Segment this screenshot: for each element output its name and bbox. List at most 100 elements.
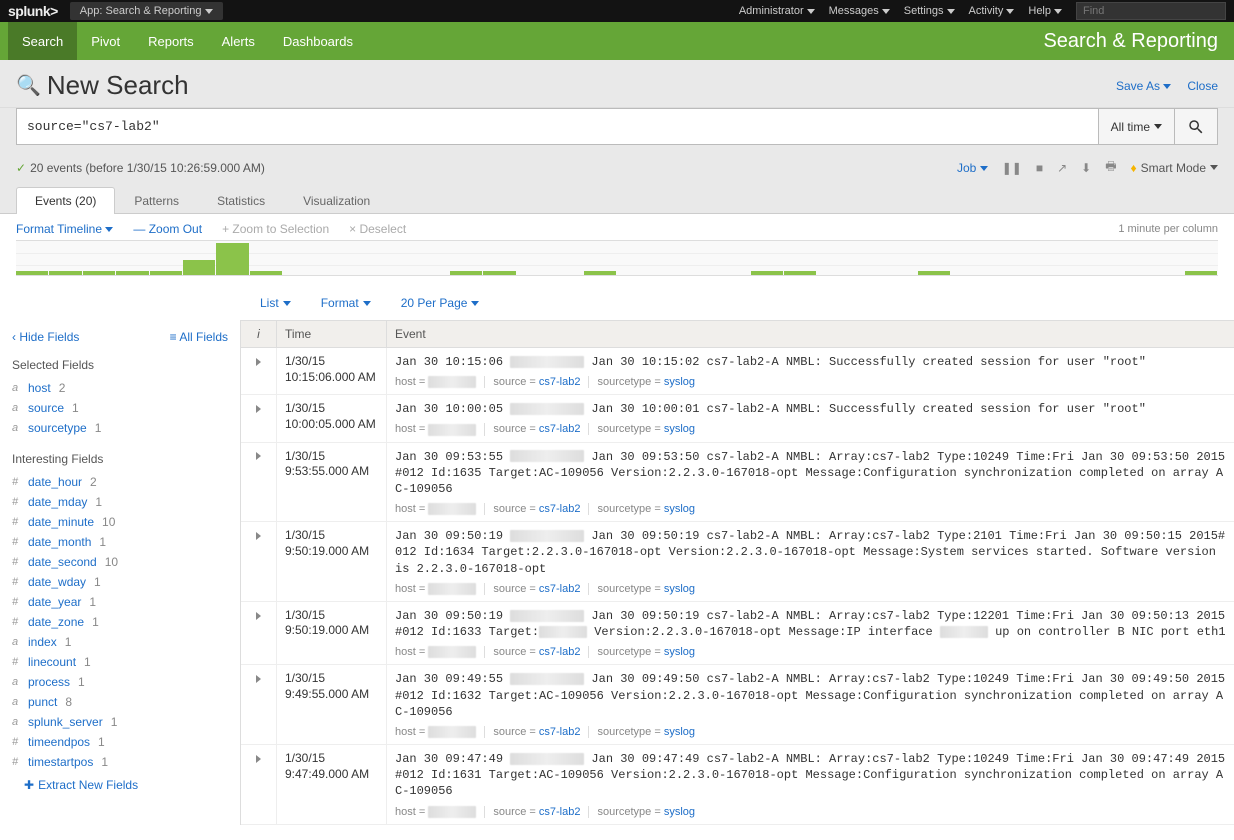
- hide-fields-link[interactable]: ‹ Hide Fields: [12, 330, 79, 344]
- nav-bar: SearchPivotReportsAlertsDashboards Searc…: [0, 22, 1234, 60]
- source-link[interactable]: cs7-lab2: [539, 503, 581, 515]
- status-bar: ✓ 20 events (before 1/30/15 10:26:59.000…: [0, 153, 1234, 186]
- nav-reports[interactable]: Reports: [134, 22, 208, 60]
- source-link[interactable]: cs7-lab2: [539, 646, 581, 658]
- field-count: 1: [99, 535, 106, 549]
- per-page-dropdown[interactable]: 20 Per Page: [401, 296, 480, 310]
- print-icon[interactable]: 🖶: [1105, 157, 1116, 178]
- field-date_minute[interactable]: #date_minute10: [12, 512, 228, 532]
- all-fields-link[interactable]: ≡ All Fields: [170, 330, 228, 344]
- top-menu-settings[interactable]: Settings: [904, 5, 955, 17]
- source-link[interactable]: cs7-lab2: [539, 726, 581, 738]
- app-dropdown[interactable]: App: Search & Reporting: [70, 2, 224, 20]
- field-count: 2: [59, 381, 66, 395]
- expand-row-button[interactable]: [241, 348, 277, 394]
- sourcetype-link[interactable]: syslog: [664, 806, 695, 818]
- field-punct[interactable]: apunct8: [12, 692, 228, 712]
- source-link[interactable]: cs7-lab2: [539, 376, 581, 388]
- sourcetype-link[interactable]: syslog: [664, 376, 695, 388]
- event-column-header: Event: [387, 321, 1234, 347]
- field-date_second[interactable]: #date_second10: [12, 552, 228, 572]
- expand-row-button[interactable]: [241, 522, 277, 601]
- field-timestartpos[interactable]: #timestartpos1: [12, 752, 228, 772]
- field-timeendpos[interactable]: #timeendpos1: [12, 732, 228, 752]
- field-linecount[interactable]: #linecount1: [12, 652, 228, 672]
- tab-visualization[interactable]: Visualization: [284, 187, 389, 214]
- sourcetype-link[interactable]: syslog: [664, 583, 695, 595]
- format-dropdown[interactable]: Format: [321, 296, 371, 310]
- tab-statistics[interactable]: Statistics: [198, 187, 284, 214]
- extract-new-fields-link[interactable]: ✚ Extract New Fields: [24, 778, 228, 792]
- field-type-icon: a: [12, 676, 22, 688]
- job-dropdown[interactable]: Job: [957, 161, 988, 175]
- time-range-dropdown[interactable]: All time: [1098, 108, 1174, 145]
- field-date_month[interactable]: #date_month1: [12, 532, 228, 552]
- field-host[interactable]: ahost2: [12, 378, 228, 398]
- expand-row-button[interactable]: [241, 443, 277, 522]
- format-timeline-dropdown[interactable]: Format Timeline: [16, 222, 113, 236]
- top-menu-activity[interactable]: Activity: [969, 5, 1015, 17]
- save-as-button[interactable]: Save As: [1116, 79, 1171, 93]
- chevron-right-icon: [256, 452, 261, 460]
- field-splunk_server[interactable]: asplunk_server1: [12, 712, 228, 732]
- timeline-chart[interactable]: [16, 240, 1218, 276]
- field-name: date_month: [28, 535, 91, 549]
- smart-mode-dropdown[interactable]: ♦ Smart Mode: [1131, 161, 1218, 175]
- chevron-down-icon: [105, 227, 113, 232]
- nav-search[interactable]: Search: [8, 22, 77, 60]
- event-time: 1/30/1510:15:06.000 AM: [277, 348, 387, 394]
- close-button[interactable]: Close: [1187, 79, 1218, 93]
- stop-icon[interactable]: ■: [1036, 161, 1043, 175]
- share-icon[interactable]: ↗: [1057, 161, 1067, 175]
- time-column-header[interactable]: Time: [277, 321, 387, 347]
- redacted: [428, 376, 476, 388]
- nav-dashboards[interactable]: Dashboards: [269, 22, 367, 60]
- sourcetype-link[interactable]: syslog: [664, 503, 695, 515]
- nav-pivot[interactable]: Pivot: [77, 22, 134, 60]
- field-index[interactable]: aindex1: [12, 632, 228, 652]
- expand-row-button[interactable]: [241, 745, 277, 824]
- field-type-icon: #: [12, 476, 22, 488]
- download-icon[interactable]: ⬇: [1081, 161, 1091, 175]
- redacted: [428, 646, 476, 658]
- field-type-icon: #: [12, 496, 22, 508]
- field-sourcetype[interactable]: asourcetype1: [12, 418, 228, 438]
- field-process[interactable]: aprocess1: [12, 672, 228, 692]
- sourcetype-link[interactable]: syslog: [664, 646, 695, 658]
- find-input[interactable]: [1076, 2, 1226, 20]
- view-dropdown[interactable]: List: [260, 296, 291, 310]
- info-column-header: i: [241, 321, 277, 347]
- expand-row-button[interactable]: [241, 665, 277, 744]
- redacted: [510, 530, 584, 542]
- search-input[interactable]: [16, 108, 1098, 145]
- field-type-icon: #: [12, 656, 22, 668]
- event-raw: Jan 30 10:00:05 Jan 30 10:00:01 cs7-lab2…: [395, 401, 1226, 417]
- top-menu-messages[interactable]: Messages: [829, 5, 890, 17]
- field-date_hour[interactable]: #date_hour2: [12, 472, 228, 492]
- pause-icon[interactable]: ❚❚: [1002, 161, 1022, 175]
- sourcetype-link[interactable]: syslog: [664, 423, 695, 435]
- search-button[interactable]: [1174, 108, 1218, 145]
- expand-row-button[interactable]: [241, 602, 277, 664]
- zoom-out-button[interactable]: — Zoom Out: [133, 222, 202, 236]
- field-count: 1: [78, 675, 85, 689]
- nav-alerts[interactable]: Alerts: [208, 22, 269, 60]
- tab-events-[interactable]: Events (20): [16, 187, 115, 214]
- event-time: 1/30/159:53:55.000 AM: [277, 443, 387, 522]
- source-link[interactable]: cs7-lab2: [539, 806, 581, 818]
- table-row: 1/30/1510:00:05.000 AMJan 30 10:00:05 Ja…: [241, 395, 1234, 442]
- source-link[interactable]: cs7-lab2: [539, 423, 581, 435]
- tab-patterns[interactable]: Patterns: [115, 187, 198, 214]
- field-date_zone[interactable]: #date_zone1: [12, 612, 228, 632]
- field-source[interactable]: asource1: [12, 398, 228, 418]
- expand-row-button[interactable]: [241, 395, 277, 441]
- field-date_mday[interactable]: #date_mday1: [12, 492, 228, 512]
- field-date_year[interactable]: #date_year1: [12, 592, 228, 612]
- top-menu-administrator[interactable]: Administrator: [739, 5, 815, 17]
- top-menu-help[interactable]: Help: [1028, 5, 1062, 17]
- event-raw: Jan 30 09:50:19 Jan 30 09:50:19 cs7-lab2…: [395, 528, 1226, 577]
- source-link[interactable]: cs7-lab2: [539, 583, 581, 595]
- field-date_wday[interactable]: #date_wday1: [12, 572, 228, 592]
- sourcetype-link[interactable]: syslog: [664, 726, 695, 738]
- field-count: 1: [95, 495, 102, 509]
